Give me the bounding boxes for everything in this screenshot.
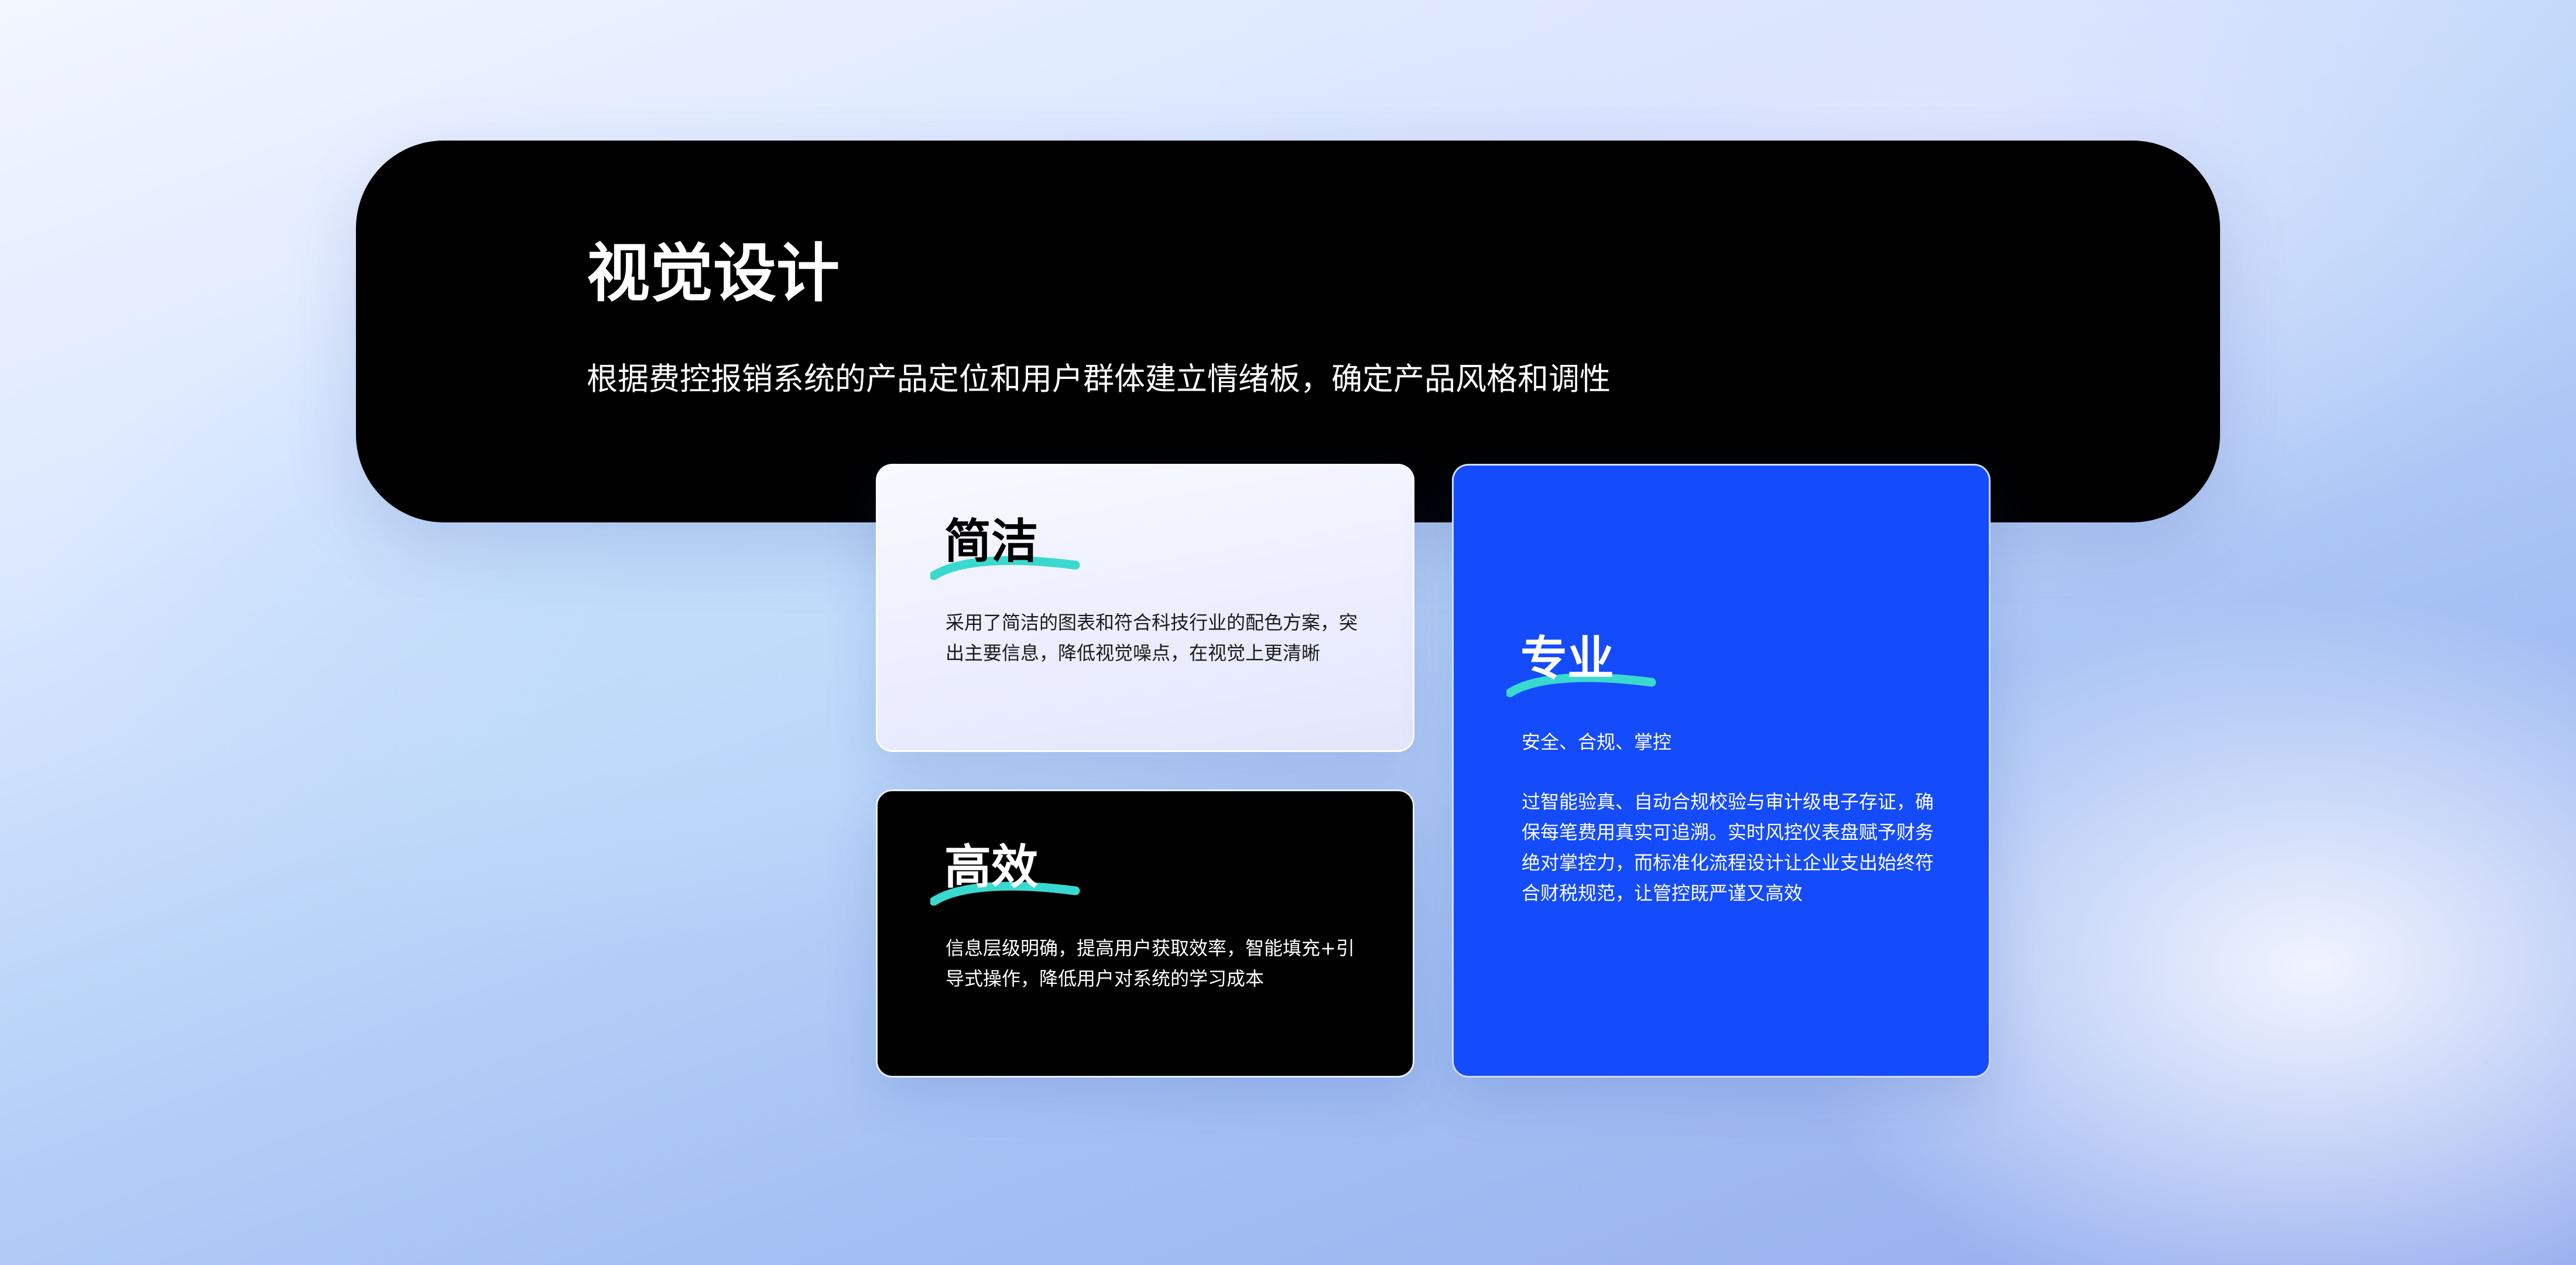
card-tagline: 安全、合规、掌控 (1522, 731, 1672, 753)
card-description: 过智能验真、自动合规校验与审计级电子存证，确保每笔费用真实可追溯。实时风控仪表盘… (1522, 791, 1934, 904)
card-description: 信息层级明确，提高用户获取效率，智能填充+引导式操作，降低用户对系统的学习成本 (946, 937, 1355, 990)
efficient-card: 高效 信息层级明确，提高用户获取效率，智能填充+引导式操作，降低用户对系统的学习… (876, 789, 1414, 1078)
professional-card: 专业 安全、合规、掌控 过智能验真、自动合规校验与审计级电子存证，确保每笔费用真… (1452, 464, 1991, 1078)
simple-card: 简洁 采用了简洁的图表和符合科技行业的配色方案，突出主要信息，降低视觉噪点，在视… (876, 464, 1414, 752)
card-description: 采用了简洁的图表和符合科技行业的配色方案，突出主要信息，降低视觉噪点，在视觉上更… (946, 611, 1358, 664)
card-heading: 专业 (1506, 630, 1682, 717)
card-title: 高效 (944, 840, 1038, 894)
page-subtitle: 根据费控报销系统的产品定位和用户群体建立情绪板，确定产品风格和调性 (587, 361, 1611, 397)
card-heading: 高效 (930, 838, 1106, 926)
card-heading: 简洁 (930, 512, 1106, 600)
card-title: 专业 (1520, 631, 1614, 686)
card-title: 简洁 (944, 514, 1038, 569)
page-title: 视觉设计 (587, 237, 840, 310)
